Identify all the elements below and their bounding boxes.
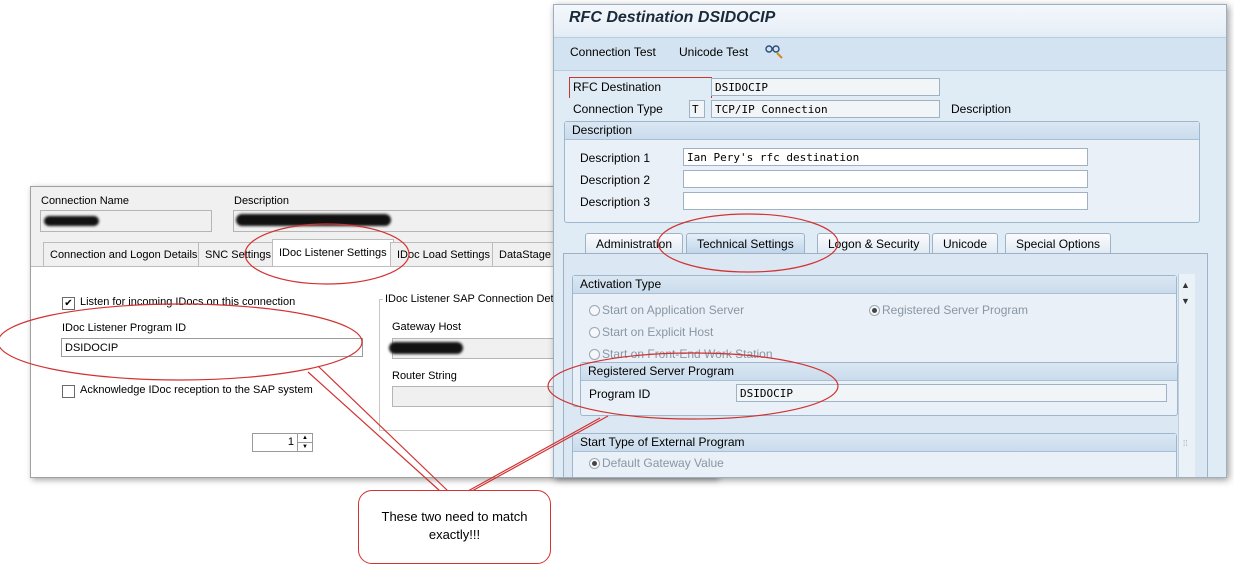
radio-front-end[interactable] xyxy=(589,349,600,360)
description-2-label: Description 2 xyxy=(580,173,651,187)
description-side-label: Description xyxy=(951,102,1012,116)
description-3-input[interactable] xyxy=(683,192,1088,210)
tab-connection-logon-details[interactable]: Connection and Logon Details xyxy=(43,242,205,267)
description-3-label: Description 3 xyxy=(580,195,651,209)
spinner-down-icon[interactable]: ▼ xyxy=(297,443,312,451)
radio-registered-server[interactable] xyxy=(869,305,880,316)
scroll-up-icon[interactable]: ▲ xyxy=(1181,280,1190,290)
connection-test-button[interactable]: Connection Test xyxy=(570,45,656,59)
tab-logon-security[interactable]: Logon & Security xyxy=(817,233,931,254)
radio-application-server-label: Start on Application Server xyxy=(602,303,745,317)
start-type-header: Start Type of External Program xyxy=(573,434,1176,452)
description-label: Description xyxy=(234,195,290,207)
connection-type-field[interactable]: TCP/IP Connection xyxy=(711,100,940,118)
description-group: Description Description 1 Ian Pery's rfc… xyxy=(564,121,1200,223)
acknowledge-checkbox-label: Acknowledge IDoc reception to the SAP sy… xyxy=(80,384,313,396)
technical-settings-panel: Activation Type Start on Application Ser… xyxy=(563,253,1208,477)
unicode-test-button[interactable]: Unicode Test xyxy=(679,45,748,59)
rfc-destination-label: RFC Destination xyxy=(573,80,662,94)
sap-title-bar: RFC Destination DSIDOCIP xyxy=(554,5,1226,35)
sap-toolbar: Connection Test Unicode Test xyxy=(554,37,1226,71)
callout-box: These two need to match exactly!!! xyxy=(358,490,551,564)
gateway-host-label: Gateway Host xyxy=(392,321,462,333)
connection-name-field[interactable] xyxy=(40,210,212,232)
registered-server-program-group: Registered Server Program Program ID DSI… xyxy=(580,362,1178,416)
activation-type-group: Activation Type Start on Application Ser… xyxy=(572,275,1178,416)
redacted-description xyxy=(236,214,391,226)
callout-text-line2: exactly!!! xyxy=(428,527,481,542)
page-title: RFC Destination DSIDOCIP xyxy=(569,9,776,26)
tab-snc-settings[interactable]: SNC Settings xyxy=(198,242,279,267)
tab-unicode[interactable]: Unicode xyxy=(932,233,999,254)
listen-checkbox[interactable]: ✔ xyxy=(62,297,75,310)
sap-rfc-destination-window: RFC Destination DSIDOCIP Connection Test… xyxy=(553,4,1227,478)
listen-checkbox-label: Listen for incoming IDocs on this connec… xyxy=(80,296,296,308)
connection-type-code[interactable]: T xyxy=(689,100,705,118)
program-id-input-sap[interactable]: DSIDOCIP xyxy=(736,384,1167,402)
redacted-gateway-host xyxy=(389,342,463,354)
description-group-header: Description xyxy=(565,122,1199,140)
activation-type-header: Activation Type xyxy=(573,276,1176,294)
tab-special-options[interactable]: Special Options xyxy=(1005,233,1112,254)
radio-explicit-host-label: Start on Explicit Host xyxy=(602,325,714,339)
description-1-label: Description 1 xyxy=(580,151,651,165)
spinner-input[interactable]: 1 ▲ ▼ xyxy=(252,433,313,452)
redacted-connection-name xyxy=(44,216,99,226)
radio-registered-server-label: Registered Server Program xyxy=(882,303,1029,317)
connection-name-label: Connection Name xyxy=(41,195,130,207)
description-1-input[interactable]: Ian Pery's rfc destination xyxy=(683,148,1088,166)
spinner-up-icon[interactable]: ▲ xyxy=(297,434,312,443)
radio-front-end-label: Start on Front-End Work Station xyxy=(602,347,773,361)
registered-server-program-header: Registered Server Program xyxy=(581,363,1177,381)
acknowledge-checkbox[interactable] xyxy=(62,385,75,398)
scroll-grip-icon[interactable]: ⁞⁞ xyxy=(1183,439,1187,448)
radio-explicit-host[interactable] xyxy=(589,327,600,338)
start-type-group: Start Type of External Program Default G… xyxy=(572,433,1177,477)
tab-datastage[interactable]: DataStage xyxy=(492,242,558,267)
scroll-down-icon[interactable]: ▼ xyxy=(1181,296,1190,306)
program-id-input[interactable]: DSIDOCIP xyxy=(61,338,363,357)
tab-idoc-listener-settings[interactable]: IDoc Listener Settings xyxy=(272,239,394,267)
program-id-label-sap: Program ID xyxy=(589,387,651,401)
vertical-scrollbar[interactable]: ▲ ▼ ⁞⁞ xyxy=(1178,274,1195,477)
sap-connection-details-title: IDoc Listener SAP Connection Det xyxy=(383,293,556,305)
rfc-destination-field[interactable]: DSIDOCIP xyxy=(711,78,940,96)
description-2-input[interactable] xyxy=(683,170,1088,188)
callout-text-line1: These two need to match xyxy=(381,509,528,524)
glasses-icon[interactable] xyxy=(764,43,784,62)
connection-type-label: Connection Type xyxy=(573,102,663,116)
radio-default-gateway-label: Default Gateway Value xyxy=(602,456,724,470)
tab-idoc-load-settings[interactable]: IDoc Load Settings xyxy=(390,242,497,267)
tab-technical-settings[interactable]: Technical Settings xyxy=(686,233,805,254)
spinner-value: 1 xyxy=(287,436,294,448)
router-string-label: Router String xyxy=(392,370,457,382)
radio-default-gateway[interactable] xyxy=(589,458,600,469)
radio-application-server[interactable] xyxy=(589,305,600,316)
program-id-label: IDoc Listener Program ID xyxy=(62,322,187,334)
tab-administration[interactable]: Administration xyxy=(585,233,684,254)
